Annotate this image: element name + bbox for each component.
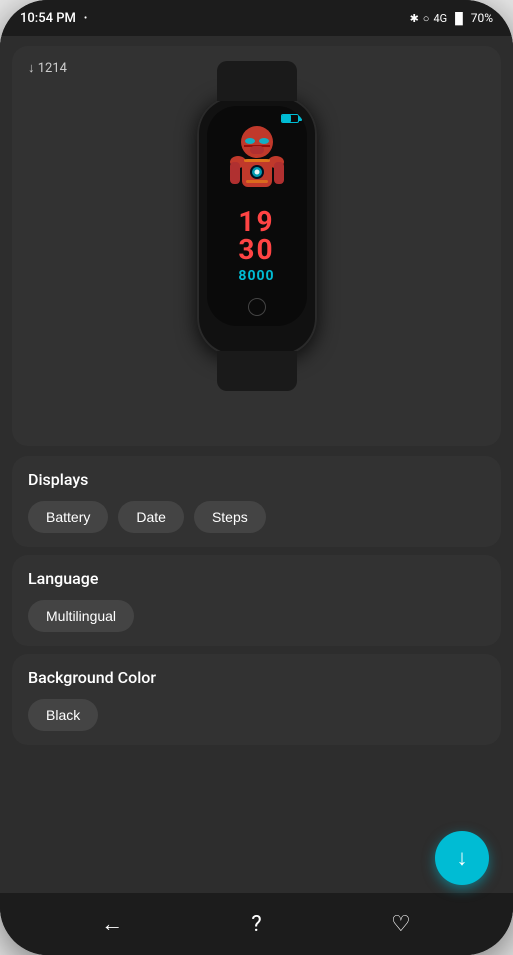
- watch-hours: 19: [238, 208, 274, 236]
- download-fab-button[interactable]: ↓: [435, 831, 489, 885]
- watch-battery-indicator: [281, 114, 299, 123]
- displays-chips-row: Battery Date Steps: [28, 501, 485, 533]
- phone-screen: 10:54 PM • ✱ ○ 4G ▐▌ 70% ↓ 1214: [0, 0, 513, 955]
- watch-home-button[interactable]: [248, 298, 266, 316]
- download-count-text: ↓ 1214: [28, 60, 67, 76]
- band-strap-bottom: [217, 351, 297, 391]
- chip-black[interactable]: Black: [28, 699, 98, 731]
- status-icons: ✱ ○ 4G ▐▌ 70%: [410, 11, 493, 25]
- language-chips-row: Multilingual: [28, 600, 485, 632]
- wifi-icon: ○: [423, 12, 430, 25]
- displays-section: Displays Battery Date Steps: [12, 456, 501, 547]
- bluetooth-icon: ✱: [410, 12, 419, 25]
- main-content: ↓ 1214: [0, 36, 513, 893]
- favorite-icon: ♡: [391, 912, 411, 937]
- mi-band-device: 19 30 8000: [197, 96, 317, 356]
- back-icon: ←: [101, 911, 123, 937]
- ironman-figure: [222, 124, 292, 204]
- band-strap-top: [217, 61, 297, 101]
- mi-band-screen: 19 30 8000: [207, 106, 307, 326]
- watch-minutes: 30: [238, 236, 274, 264]
- chip-multilingual[interactable]: Multilingual: [28, 600, 134, 632]
- help-icon: ?: [251, 912, 261, 937]
- status-time: 10:54 PM: [20, 11, 76, 26]
- background-color-chips-row: Black: [28, 699, 485, 731]
- download-count: ↓ 1214: [28, 60, 67, 76]
- language-section: Language Multilingual: [12, 555, 501, 646]
- download-fab-icon: ↓: [457, 845, 468, 871]
- watch-preview: ↓ 1214: [12, 46, 501, 446]
- chip-steps[interactable]: Steps: [194, 501, 266, 533]
- status-dot: •: [84, 13, 87, 24]
- favorite-nav-button[interactable]: ♡: [381, 904, 421, 944]
- back-nav-button[interactable]: ←: [92, 904, 132, 944]
- background-color-section: Background Color Black: [12, 654, 501, 745]
- language-title: Language: [28, 569, 485, 588]
- chip-battery[interactable]: Battery: [28, 501, 108, 533]
- 4g-icon: 4G: [433, 12, 447, 25]
- signal-icon: ▐▌: [451, 12, 467, 25]
- help-nav-button[interactable]: ?: [236, 904, 276, 944]
- watch-battery-fill: [282, 115, 292, 122]
- watch-time-display: 19 30 8000: [238, 208, 274, 284]
- displays-title: Displays: [28, 470, 485, 489]
- phone-frame: 10:54 PM • ✱ ○ 4G ▐▌ 70% ↓ 1214: [0, 0, 513, 955]
- background-color-title: Background Color: [28, 668, 485, 687]
- bottom-navigation: ← ? ♡: [0, 893, 513, 955]
- status-bar: 10:54 PM • ✱ ○ 4G ▐▌ 70%: [0, 0, 513, 36]
- watch-steps: 8000: [238, 268, 274, 284]
- chip-date[interactable]: Date: [118, 501, 184, 533]
- battery-percentage: 70%: [471, 11, 493, 25]
